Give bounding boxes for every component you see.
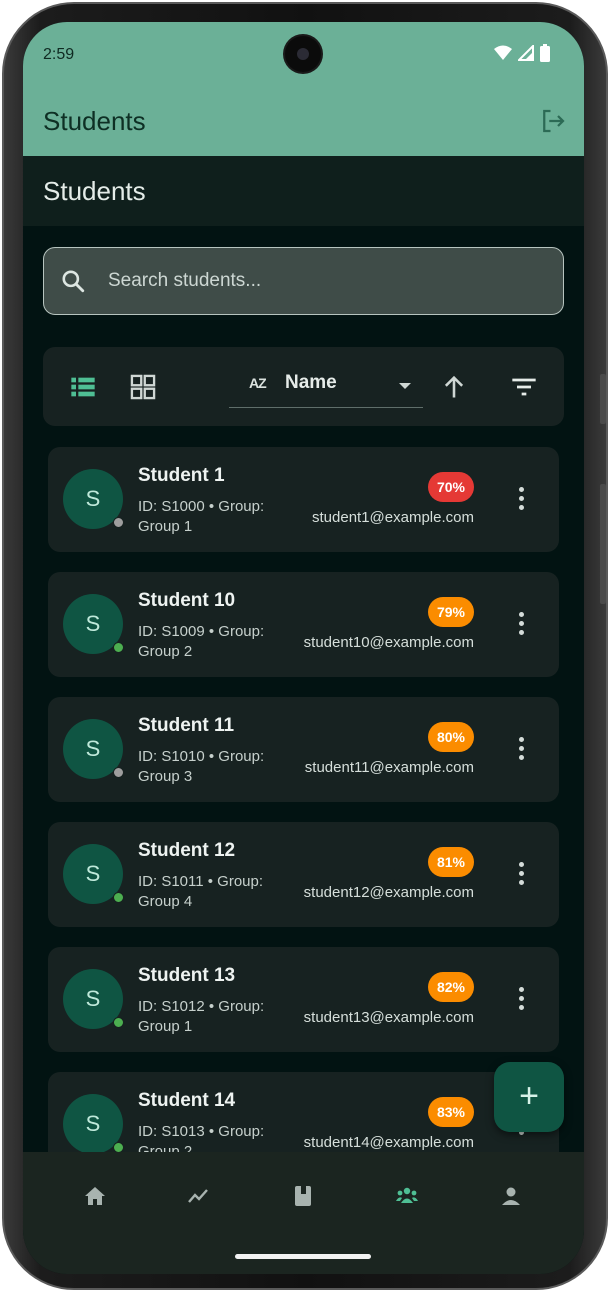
volume-button xyxy=(600,374,606,424)
more-options-icon[interactable] xyxy=(519,487,525,511)
filter-icon[interactable] xyxy=(510,373,538,401)
online-status-dot xyxy=(113,642,124,653)
student-card[interactable]: S Student 1 ID: S1000 • Group: Group 1 7… xyxy=(48,447,559,552)
student-email: student14@example.com xyxy=(303,1134,474,1151)
score-badge: 83% xyxy=(427,1097,474,1127)
more-options-icon[interactable] xyxy=(519,612,525,636)
home-indicator[interactable] xyxy=(235,1254,371,1259)
student-card[interactable]: S Student 13 ID: S1012 • Group: Group 1 … xyxy=(48,947,559,1052)
power-button xyxy=(600,484,606,604)
student-list: S Student 1 ID: S1000 • Group: Group 1 7… xyxy=(48,447,559,1197)
student-meta: ID: S1000 • Group: Group 1 xyxy=(138,498,265,535)
more-options-icon[interactable] xyxy=(519,737,525,761)
score-badge: 82% xyxy=(427,972,474,1002)
score-badge: 70% xyxy=(427,472,474,502)
online-status-dot xyxy=(113,1017,124,1028)
student-name: Student 1 xyxy=(138,465,225,486)
person-icon[interactable] xyxy=(499,1184,523,1208)
status-time: 2:59 xyxy=(43,46,75,63)
home-icon[interactable] xyxy=(83,1184,107,1208)
search-input[interactable] xyxy=(108,248,548,313)
student-name: Student 11 xyxy=(138,715,235,736)
search-icon xyxy=(62,270,85,293)
student-meta: ID: S1010 • Group: Group 3 xyxy=(138,748,265,785)
student-meta: ID: S1009 • Group: Group 2 xyxy=(138,623,265,660)
student-email: student11@example.com xyxy=(304,759,474,776)
sort-ascending-icon[interactable] xyxy=(440,373,468,401)
list-toolbar: AZ Name xyxy=(43,347,564,426)
search-bar[interactable] xyxy=(43,247,564,315)
page-title: Students xyxy=(43,176,146,206)
front-camera xyxy=(285,36,321,72)
score-badge: 79% xyxy=(427,597,474,627)
list-view-icon[interactable] xyxy=(69,373,97,401)
battery-icon xyxy=(540,44,550,62)
student-name: Student 12 xyxy=(138,840,236,861)
app-bar: 2:59 Students xyxy=(23,22,584,156)
screen: 2:59 Students Students Search students..… xyxy=(23,22,584,1274)
more-options-icon[interactable] xyxy=(519,862,525,886)
status-icons xyxy=(494,44,550,62)
student-meta: ID: S1011 • Group: Group 4 xyxy=(138,873,264,910)
grid-view-icon[interactable] xyxy=(129,373,157,401)
app-bar-title: Students xyxy=(43,106,146,136)
student-meta: ID: S1012 • Group: Group 1 xyxy=(138,998,265,1035)
student-card[interactable]: S Student 10 ID: S1009 • Group: Group 2 … xyxy=(48,572,559,677)
student-email: student10@example.com xyxy=(303,634,474,651)
book-icon[interactable] xyxy=(291,1184,315,1208)
logout-icon[interactable] xyxy=(538,106,568,136)
group-icon[interactable] xyxy=(395,1184,419,1208)
student-email: student12@example.com xyxy=(303,884,474,901)
more-options-icon[interactable] xyxy=(519,987,525,1011)
student-name: Student 14 xyxy=(138,1090,236,1111)
student-email: student13@example.com xyxy=(303,1009,474,1026)
page-header: Students xyxy=(23,156,584,226)
chevron-down-icon xyxy=(399,383,411,389)
sort-field-select[interactable]: AZ Name xyxy=(229,367,423,408)
sort-alpha-icon: AZ xyxy=(249,375,267,391)
score-badge: 80% xyxy=(427,722,474,752)
offline-status-dot xyxy=(113,767,124,778)
signal-icon xyxy=(518,45,534,61)
student-card[interactable]: S Student 12 ID: S1011 • Group: Group 4 … xyxy=(48,822,559,927)
online-status-dot xyxy=(113,892,124,903)
student-email: student1@example.com xyxy=(312,509,474,526)
sort-field-label: Name xyxy=(285,372,337,393)
student-name: Student 10 xyxy=(138,590,236,611)
student-name: Student 13 xyxy=(138,965,236,986)
trending-icon[interactable] xyxy=(187,1184,211,1208)
student-card[interactable]: S Student 11 ID: S1010 • Group: Group 3 … xyxy=(48,697,559,802)
offline-status-dot xyxy=(113,517,124,528)
score-badge: 81% xyxy=(427,847,474,877)
wifi-icon xyxy=(494,45,512,60)
add-student-button[interactable]: + xyxy=(494,1062,564,1132)
